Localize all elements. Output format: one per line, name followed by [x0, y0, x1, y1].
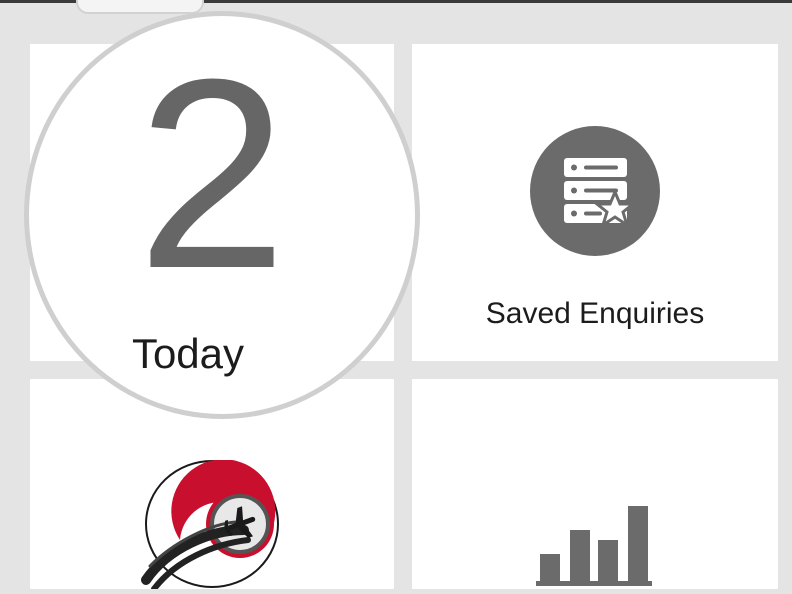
saved-enquiries-icon	[530, 126, 660, 256]
saved-enquiries-label: Saved Enquiries	[485, 297, 705, 330]
today-label: Today	[131, 330, 245, 377]
bar-chart-icon	[536, 500, 654, 589]
today-count: 2	[136, 24, 288, 325]
top-pull-tab[interactable]	[76, 0, 204, 14]
saved-enquiries-glyph	[564, 158, 638, 229]
airplane-logo-icon	[140, 459, 282, 592]
